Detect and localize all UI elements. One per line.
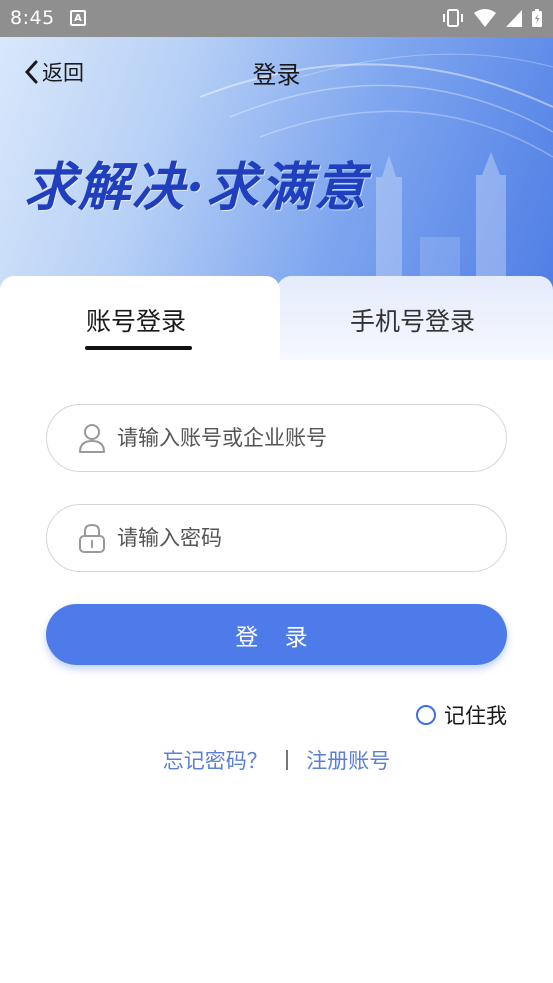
password-field[interactable] (46, 504, 507, 572)
forgot-password-link[interactable]: 忘记密码？ (163, 745, 268, 775)
battery-icon (532, 9, 542, 27)
status-icons (441, 8, 543, 28)
login-button[interactable]: 登 录 (46, 604, 507, 665)
status-bar: 8:45 A (0, 0, 553, 37)
page-title: 登录 (252, 61, 301, 89)
remember-me-label: 记住我 (444, 704, 507, 728)
active-tab-indicator (85, 346, 192, 350)
lock-icon (79, 523, 105, 553)
remember-me-radio[interactable] (416, 705, 436, 725)
user-icon (79, 424, 105, 453)
register-link[interactable]: 注册账号 (306, 745, 390, 775)
username-input[interactable] (117, 426, 477, 450)
login-form: 登 录 记住我 忘记密码？ 注册账号 (0, 360, 553, 983)
auth-links: 忘记密码？ 注册账号 (0, 745, 553, 775)
password-input[interactable] (117, 526, 477, 550)
header-banner: 返回 登录 求解决·求满意 (0, 37, 553, 297)
tab-phone-login-label: 手机号登录 (350, 307, 476, 336)
signal-icon (506, 10, 522, 27)
link-divider (285, 750, 289, 770)
login-tabs: 手机号登录 账号登录 (0, 276, 553, 360)
tab-phone-login[interactable]: 手机号登录 (277, 276, 553, 360)
wifi-icon (474, 9, 496, 27)
username-field[interactable] (46, 404, 507, 472)
vibrate-icon (443, 9, 463, 27)
tab-account-login[interactable]: 账号登录 (0, 276, 280, 360)
tab-account-login-label: 账号登录 (86, 307, 187, 336)
notification-icon: A (70, 10, 86, 26)
remember-me[interactable]: 记住我 (416, 700, 507, 730)
status-time: 8:45 (10, 7, 55, 29)
slogan: 求解决·求满意 (24, 157, 369, 218)
